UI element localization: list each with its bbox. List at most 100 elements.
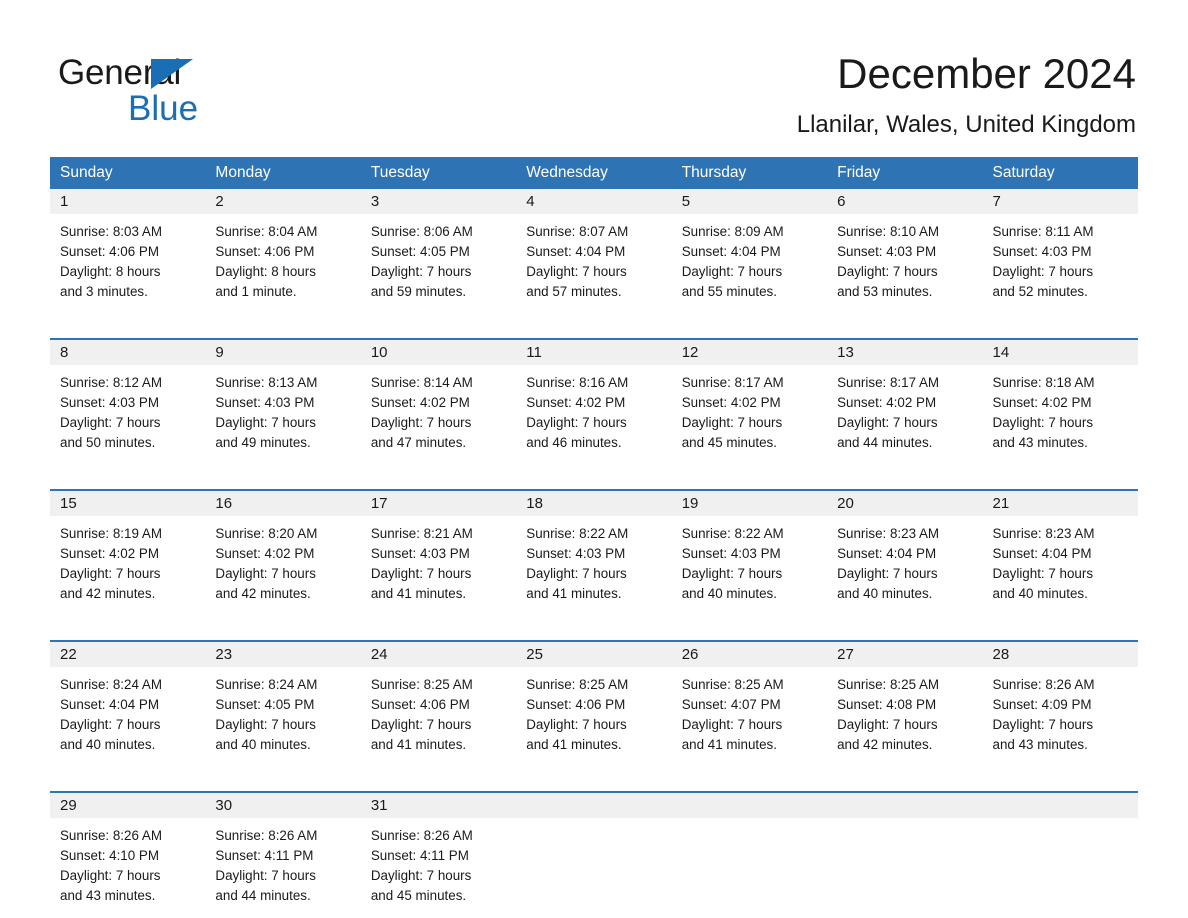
daylight-text-cont: and 41 minutes. — [526, 586, 622, 601]
day-number[interactable]: 17 — [361, 491, 516, 516]
daylight-text: Daylight: 7 hours — [215, 566, 316, 581]
day-number[interactable]: 27 — [827, 642, 982, 667]
generalblue-logo[interactable]: General Blue — [58, 52, 288, 130]
day-number[interactable]: 31 — [361, 793, 516, 818]
daylight-text: Daylight: 7 hours — [370, 566, 472, 581]
day-number[interactable]: 2 — [205, 189, 360, 214]
daylight-text-cont: and 40 minutes. — [215, 737, 311, 752]
day-number[interactable]: 29 — [50, 793, 205, 818]
sunrise-text: Sunrise: 8:24 AM — [215, 677, 318, 692]
day-cell[interactable]: Sunrise: 8:06 AM Sunset: 4:05 PM Dayligh… — [361, 214, 516, 324]
day-cell[interactable]: Sunrise: 8:10 AM Sunset: 4:03 PM Dayligh… — [827, 214, 982, 324]
day-cell[interactable]: Sunrise: 8:09 AM Sunset: 4:04 PM Dayligh… — [672, 214, 827, 324]
day-cell[interactable]: Sunrise: 8:26 AM Sunset: 4:11 PM Dayligh… — [361, 818, 516, 918]
day-cell[interactable]: Sunrise: 8:11 AM Sunset: 4:03 PM Dayligh… — [983, 214, 1138, 324]
day-cell[interactable]: Sunrise: 8:26 AM Sunset: 4:11 PM Dayligh… — [205, 818, 360, 918]
day-number[interactable]: 30 — [205, 793, 360, 818]
day-cell[interactable]: Sunrise: 8:18 AM Sunset: 4:02 PM Dayligh… — [983, 365, 1138, 475]
sunset-text: Sunset: 4:03 PM — [370, 546, 470, 561]
calendar-page: General Blue December 2024 Llanilar, Wal… — [0, 0, 1188, 918]
day-number[interactable]: 22 — [50, 642, 205, 667]
day-cell[interactable]: Sunrise: 8:25 AM Sunset: 4:08 PM Dayligh… — [827, 667, 982, 777]
daylight-text: Daylight: 7 hours — [526, 717, 627, 732]
week-date-band: 29 30 31 — [50, 793, 1138, 818]
day-cell[interactable]: Sunrise: 8:22 AM Sunset: 4:03 PM Dayligh… — [672, 516, 827, 626]
day-cell[interactable]: Sunrise: 8:25 AM Sunset: 4:06 PM Dayligh… — [361, 667, 516, 777]
day-number[interactable]: 16 — [205, 491, 360, 516]
day-cell[interactable]: Sunrise: 8:21 AM Sunset: 4:03 PM Dayligh… — [361, 516, 516, 626]
day-cell[interactable]: Sunrise: 8:16 AM Sunset: 4:02 PM Dayligh… — [516, 365, 671, 475]
day-number[interactable]: 23 — [205, 642, 360, 667]
sunset-text: Sunset: 4:04 PM — [526, 244, 626, 259]
daylight-text-cont: and 40 minutes. — [837, 586, 933, 601]
day-cell[interactable]: Sunrise: 8:20 AM Sunset: 4:02 PM Dayligh… — [205, 516, 360, 626]
sunrise-text: Sunrise: 8:04 AM — [215, 224, 318, 239]
day-cell[interactable]: Sunrise: 8:24 AM Sunset: 4:05 PM Dayligh… — [205, 667, 360, 777]
day-number[interactable]: 7 — [983, 189, 1138, 214]
daylight-text: Daylight: 7 hours — [992, 415, 1094, 430]
day-number[interactable]: 10 — [361, 340, 516, 365]
day-number[interactable]: 24 — [361, 642, 516, 667]
day-cell[interactable]: Sunrise: 8:22 AM Sunset: 4:03 PM Dayligh… — [516, 516, 671, 626]
daylight-text: Daylight: 7 hours — [215, 415, 316, 430]
day-number[interactable]: 19 — [672, 491, 827, 516]
day-cell[interactable]: Sunrise: 8:26 AM Sunset: 4:10 PM Dayligh… — [50, 818, 205, 918]
sunset-text: Sunset: 4:06 PM — [370, 697, 470, 712]
daylight-text-cont: and 47 minutes. — [370, 435, 467, 450]
day-cell[interactable]: Sunrise: 8:19 AM Sunset: 4:02 PM Dayligh… — [50, 516, 205, 626]
day-cell[interactable]: Sunrise: 8:25 AM Sunset: 4:06 PM Dayligh… — [516, 667, 671, 777]
sunset-text: Sunset: 4:03 PM — [526, 546, 626, 561]
day-cell[interactable]: Sunrise: 8:24 AM Sunset: 4:04 PM Dayligh… — [50, 667, 205, 777]
day-number[interactable]: 9 — [205, 340, 360, 365]
day-number[interactable]: 15 — [50, 491, 205, 516]
day-number[interactable]: 13 — [827, 340, 982, 365]
day-cell[interactable]: Sunrise: 8:23 AM Sunset: 4:04 PM Dayligh… — [983, 516, 1138, 626]
weekday-header-monday: Monday — [215, 164, 271, 181]
sunrise-text: Sunrise: 8:10 AM — [837, 224, 940, 239]
sunset-text: Sunset: 4:11 PM — [215, 848, 314, 863]
day-cell[interactable]: Sunrise: 8:13 AM Sunset: 4:03 PM Dayligh… — [205, 365, 360, 475]
day-number[interactable]: 28 — [983, 642, 1138, 667]
day-number[interactable]: 18 — [516, 491, 671, 516]
day-number[interactable]: 11 — [516, 340, 671, 365]
day-cell[interactable]: Sunrise: 8:26 AM Sunset: 4:09 PM Dayligh… — [983, 667, 1138, 777]
sunrise-text: Sunrise: 8:20 AM — [215, 526, 318, 541]
day-cell[interactable]: Sunrise: 8:23 AM Sunset: 4:04 PM Dayligh… — [827, 516, 982, 626]
day-number[interactable]: 25 — [516, 642, 671, 667]
day-number[interactable]: 1 — [50, 189, 205, 214]
day-cell[interactable]: Sunrise: 8:17 AM Sunset: 4:02 PM Dayligh… — [672, 365, 827, 475]
day-number[interactable]: 5 — [672, 189, 827, 214]
daylight-text: Daylight: 8 hours — [215, 264, 316, 279]
weekday-header-row: Sunday Monday Tuesday Wednesday Thursday… — [50, 157, 1138, 189]
day-number-empty — [827, 793, 982, 818]
day-cell[interactable]: Sunrise: 8:17 AM Sunset: 4:02 PM Dayligh… — [827, 365, 982, 475]
sunrise-text: Sunrise: 8:23 AM — [992, 526, 1095, 541]
day-number[interactable]: 12 — [672, 340, 827, 365]
sunrise-text: Sunrise: 8:22 AM — [681, 526, 784, 541]
day-cell[interactable]: Sunrise: 8:03 AM Sunset: 4:06 PM Dayligh… — [50, 214, 205, 324]
day-number[interactable]: 26 — [672, 642, 827, 667]
day-cell[interactable]: Sunrise: 8:14 AM Sunset: 4:02 PM Dayligh… — [361, 365, 516, 475]
day-number[interactable]: 20 — [827, 491, 982, 516]
day-number[interactable]: 21 — [983, 491, 1138, 516]
day-number[interactable]: 14 — [983, 340, 1138, 365]
sunset-text: Sunset: 4:02 PM — [526, 395, 626, 410]
daylight-text: Daylight: 7 hours — [837, 566, 938, 581]
daylight-text: Daylight: 7 hours — [681, 264, 783, 279]
sunrise-text: Sunrise: 8:18 AM — [992, 375, 1095, 390]
day-number[interactable]: 8 — [50, 340, 205, 365]
sunrise-text: Sunrise: 8:03 AM — [60, 224, 162, 239]
daylight-text: Daylight: 7 hours — [681, 415, 783, 430]
day-number[interactable]: 3 — [361, 189, 516, 214]
day-cell[interactable]: Sunrise: 8:12 AM Sunset: 4:03 PM Dayligh… — [50, 365, 205, 475]
daylight-text-cont: and 57 minutes. — [526, 284, 622, 299]
day-cell[interactable]: Sunrise: 8:25 AM Sunset: 4:07 PM Dayligh… — [672, 667, 827, 777]
day-cell[interactable]: Sunrise: 8:04 AM Sunset: 4:06 PM Dayligh… — [205, 214, 360, 324]
daylight-text-cont: and 44 minutes. — [837, 435, 933, 450]
day-cell[interactable]: Sunrise: 8:07 AM Sunset: 4:04 PM Dayligh… — [516, 214, 671, 324]
day-number[interactable]: 6 — [827, 189, 982, 214]
sunrise-text: Sunrise: 8:25 AM — [681, 677, 784, 692]
day-number[interactable]: 4 — [516, 189, 671, 214]
sunrise-text: Sunrise: 8:13 AM — [215, 375, 318, 390]
daylight-text-cont: and 42 minutes. — [837, 737, 933, 752]
